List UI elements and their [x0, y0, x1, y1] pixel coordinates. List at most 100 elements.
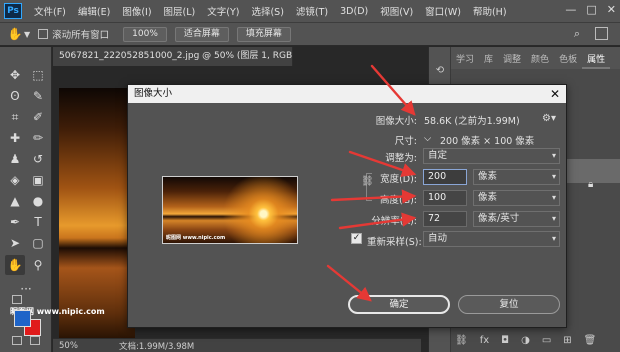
zoom-tool-icon[interactable]: ⚲	[28, 255, 48, 275]
pen-tool-icon[interactable]: ✒	[5, 212, 25, 232]
lasso-tool-icon[interactable]: ʘ	[5, 86, 25, 106]
resolution-field[interactable]: 72	[423, 211, 467, 227]
crop-tool-icon[interactable]: ⌗	[5, 107, 25, 127]
trash-icon[interactable]: 🗑︎	[584, 335, 597, 346]
hand-tool-icon[interactable]: ✋	[6, 27, 24, 41]
menu-type[interactable]: 文字(Y)	[201, 4, 245, 18]
brush-tool-icon[interactable]: ✏	[28, 128, 48, 148]
layer-actions: ⛓ fx ◘ ◑ ▭ ⊞ 🗑︎	[455, 335, 596, 346]
fit-to-value: 自定	[428, 150, 448, 161]
quick-select-tool-icon[interactable]: ✎	[28, 86, 48, 106]
width-field[interactable]: 200	[423, 169, 467, 185]
eyedropper-tool-icon[interactable]: ✐	[28, 107, 48, 127]
menu-filter[interactable]: 滤镜(T)	[290, 4, 334, 18]
screen-mode-icon[interactable]	[30, 336, 40, 345]
fit-screen-button[interactable]: 适合屏幕	[174, 26, 229, 42]
menu-view[interactable]: 视图(V)	[374, 4, 419, 18]
link-layers-icon[interactable]: ⛓	[455, 335, 468, 346]
adjustment-layer-icon[interactable]: ◑	[521, 335, 530, 346]
menu-file[interactable]: 文件(F)	[28, 4, 72, 18]
tab-swatches[interactable]: 色板	[554, 51, 582, 69]
resample-select[interactable]: 自动 ▾	[423, 231, 560, 247]
fit-to-select[interactable]: 自定 ▾	[423, 148, 560, 164]
chevron-down-icon: ▾	[551, 234, 556, 243]
history-brush-icon[interactable]: ↺	[28, 149, 48, 169]
menu-layer[interactable]: 图层(L)	[158, 4, 202, 18]
quick-mask-icon[interactable]	[12, 336, 22, 345]
zoom-100-button[interactable]: 100%	[123, 26, 167, 42]
width-unit-select[interactable]: 像素 ▾	[473, 169, 560, 185]
minimize-button[interactable]: —	[565, 3, 576, 16]
resample-value: 自动	[428, 233, 448, 244]
status-bar: 50% 文档:1.99M/3.98M	[53, 338, 421, 352]
search-icon[interactable]: ⌕	[574, 27, 580, 41]
healing-brush-icon[interactable]: ✚	[5, 128, 25, 148]
fx-icon[interactable]: fx	[480, 335, 489, 346]
height-unit-value: 像素	[478, 192, 498, 203]
fill-screen-button[interactable]: 填充屏幕	[236, 26, 291, 42]
resample-label: 重新采样(S):	[367, 237, 422, 248]
tab-color[interactable]: 颜色	[526, 51, 554, 69]
hand-tool-icon[interactable]: ✋	[5, 255, 25, 275]
height-unit-select[interactable]: 像素 ▾	[473, 190, 560, 206]
menu-3d[interactable]: 3D(D)	[334, 6, 374, 17]
tab-libraries[interactable]: 库	[479, 51, 498, 69]
preview-watermark: 昵图网 www.nipic.com	[166, 235, 226, 241]
resample-checkbox[interactable]: ✓	[351, 233, 362, 244]
chevron-down-icon: ▾	[551, 214, 556, 223]
menu-image[interactable]: 图像(I)	[116, 4, 157, 18]
default-colors-icon[interactable]	[12, 295, 22, 304]
width-unit-value: 像素	[478, 171, 498, 182]
menu-select[interactable]: 选择(S)	[245, 4, 289, 18]
close-button[interactable]: ✕	[607, 3, 616, 16]
tab-properties[interactable]: 属性	[582, 51, 611, 69]
menu-window[interactable]: 窗口(W)	[419, 4, 467, 18]
resolution-unit-value: 像素/英寸	[478, 213, 520, 224]
tab-adjustments[interactable]: 调整	[498, 51, 526, 69]
image-size-label: 图像大小:	[375, 116, 417, 127]
chevron-down-icon[interactable]: ▼	[24, 30, 30, 39]
zoom-level[interactable]: 50%	[59, 341, 119, 351]
path-select-icon[interactable]: ➤	[5, 233, 25, 253]
resolution-unit-select[interactable]: 像素/英寸 ▾	[473, 211, 560, 227]
mask-icon[interactable]: ◘	[501, 335, 509, 346]
workspace-icon[interactable]	[595, 27, 608, 40]
foreground-color-swatch[interactable]	[14, 310, 31, 327]
marquee-tool-icon[interactable]: ⬚	[28, 65, 48, 85]
chevron-down-icon: ▾	[551, 151, 556, 160]
history-icon[interactable]: ⟲	[433, 65, 447, 76]
reset-button[interactable]: 复位	[458, 295, 560, 314]
document-image	[59, 88, 135, 338]
menu-edit[interactable]: 编辑(E)	[72, 4, 116, 18]
resolution-label: 分辨率(R):	[371, 216, 417, 227]
rectangle-tool-icon[interactable]: ▢	[28, 233, 48, 253]
lock-icon[interactable]: 🔒︎	[588, 179, 593, 190]
dialog-close-icon[interactable]: ✕	[550, 85, 560, 103]
dialog-titlebar: 图像大小 ✕	[128, 85, 566, 103]
eraser-tool-icon[interactable]: ◈	[5, 170, 25, 190]
ok-button[interactable]: 确定	[348, 295, 450, 314]
group-icon[interactable]: ▭	[542, 335, 551, 346]
scroll-all-windows-label: 滚动所有窗口	[52, 30, 110, 41]
type-tool-icon[interactable]: T	[28, 212, 48, 232]
document-tab[interactable]: 5067821_222052851000_2.jpg @ 50% (图层 1, …	[53, 47, 293, 66]
dimensions-chevron-icon[interactable]: ⌵	[424, 133, 431, 144]
scroll-all-windows-checkbox[interactable]	[38, 29, 49, 39]
maximize-button[interactable]: □	[586, 3, 596, 16]
new-layer-icon[interactable]: ⊞	[563, 335, 571, 346]
menu-help[interactable]: 帮助(H)	[467, 4, 513, 18]
move-tool-icon[interactable]: ✥	[5, 65, 25, 85]
dimensions-value: 200 像素 × 100 像素	[440, 136, 535, 147]
width-label: 宽度(D):	[380, 174, 417, 185]
blur-tool-icon[interactable]: ▲	[5, 191, 25, 211]
tab-learn[interactable]: 学习	[451, 51, 479, 69]
panel-tabs: 学习 库 调整 颜色 色板 属性	[451, 51, 620, 69]
image-preview[interactable]: 昵图网 www.nipic.com	[162, 176, 298, 244]
gradient-tool-icon[interactable]: ▣	[28, 170, 48, 190]
height-field[interactable]: 100	[423, 190, 467, 206]
gear-icon[interactable]: ⚙▾	[542, 113, 556, 124]
clone-stamp-icon[interactable]: ♟	[5, 149, 25, 169]
chevron-down-icon: ▾	[551, 172, 556, 181]
dodge-tool-icon[interactable]: ●	[28, 191, 48, 211]
fit-to-label: 调整为:	[385, 153, 417, 164]
